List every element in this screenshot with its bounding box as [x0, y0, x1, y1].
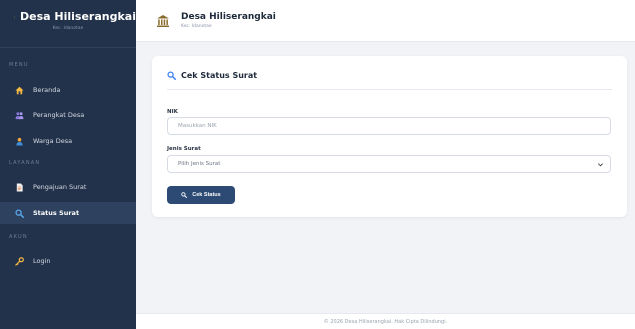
sidebar-brand: Desa Hiliserangkai Kec. Idanotae — [0, 0, 136, 48]
jenis-surat-label: Jenis Surat — [167, 146, 201, 152]
sidebar-item-label: Perangkat Desa — [33, 111, 85, 119]
sidebar-item-warga-desa[interactable]: Warga Desa — [0, 130, 136, 152]
sidebar-item-perangkat-desa[interactable]: Perangkat Desa — [0, 104, 136, 126]
users-icon — [15, 111, 24, 119]
sidebar-item-label: Warga Desa — [33, 137, 73, 145]
sidebar-item-pengajuan-surat[interactable]: Pengajuan Surat — [0, 176, 136, 198]
section-label-layanan: LAYANAN — [9, 160, 41, 166]
search-icon — [181, 192, 188, 198]
section-label-menu: MENU — [9, 62, 29, 68]
document-icon — [16, 182, 23, 192]
search-icon — [15, 208, 24, 218]
institution-icon — [14, 16, 15, 17]
sidebar-item-login[interactable]: Login — [0, 250, 136, 272]
section-label-akun: AKUN — [9, 234, 28, 240]
jenis-surat-selected: Pilih Jenis Surat — [178, 161, 221, 167]
key-icon — [15, 256, 24, 266]
jenis-surat-select[interactable]: Pilih Jenis Surat — [167, 155, 611, 173]
brand-subtitle: Kec. Idanotae — [52, 26, 84, 31]
cek-status-button-label: Cek Status — [192, 192, 221, 198]
cek-status-button[interactable]: Cek Status — [167, 186, 235, 204]
card-header: Cek Status Surat — [167, 71, 257, 80]
sidebar: Desa Hiliserangkai Kec. Idanotae MENU Be… — [0, 0, 136, 329]
nik-label: NIK — [167, 109, 178, 115]
copyright-text: © 2026 Desa Hiliserangkai. Hak Cipta Dil… — [323, 318, 448, 325]
sidebar-item-label: Status Surat — [33, 209, 80, 217]
home-icon — [15, 86, 24, 94]
sidebar-item-beranda[interactable]: Beranda — [0, 79, 136, 101]
sidebar-item-status-surat[interactable]: Status Surat — [0, 202, 136, 224]
sidebar-item-label: Login — [33, 257, 51, 265]
sidebar-item-label: Beranda — [33, 86, 61, 94]
page-title: Desa Hiliserangkai — [181, 12, 276, 22]
footer: © 2026 Desa Hiliserangkai. Hak Cipta Dil… — [136, 313, 635, 329]
institution-icon — [157, 14, 169, 27]
brand-title: Desa Hiliserangkai — [20, 10, 136, 23]
user-icon — [16, 137, 23, 146]
status-check-card: Cek Status Surat NIK Jenis Surat Pilih J… — [152, 56, 627, 217]
card-title: Cek Status Surat — [181, 71, 258, 80]
chevron-down-icon — [598, 163, 603, 167]
search-icon — [167, 71, 176, 80]
page-subtitle: Kec. Idanotae — [181, 24, 212, 29]
top-header: Desa Hiliserangkai Kec. Idanotae — [136, 0, 635, 42]
sidebar-item-label: Pengajuan Surat — [33, 183, 87, 191]
nik-input[interactable] — [167, 117, 611, 135]
divider — [167, 89, 612, 90]
